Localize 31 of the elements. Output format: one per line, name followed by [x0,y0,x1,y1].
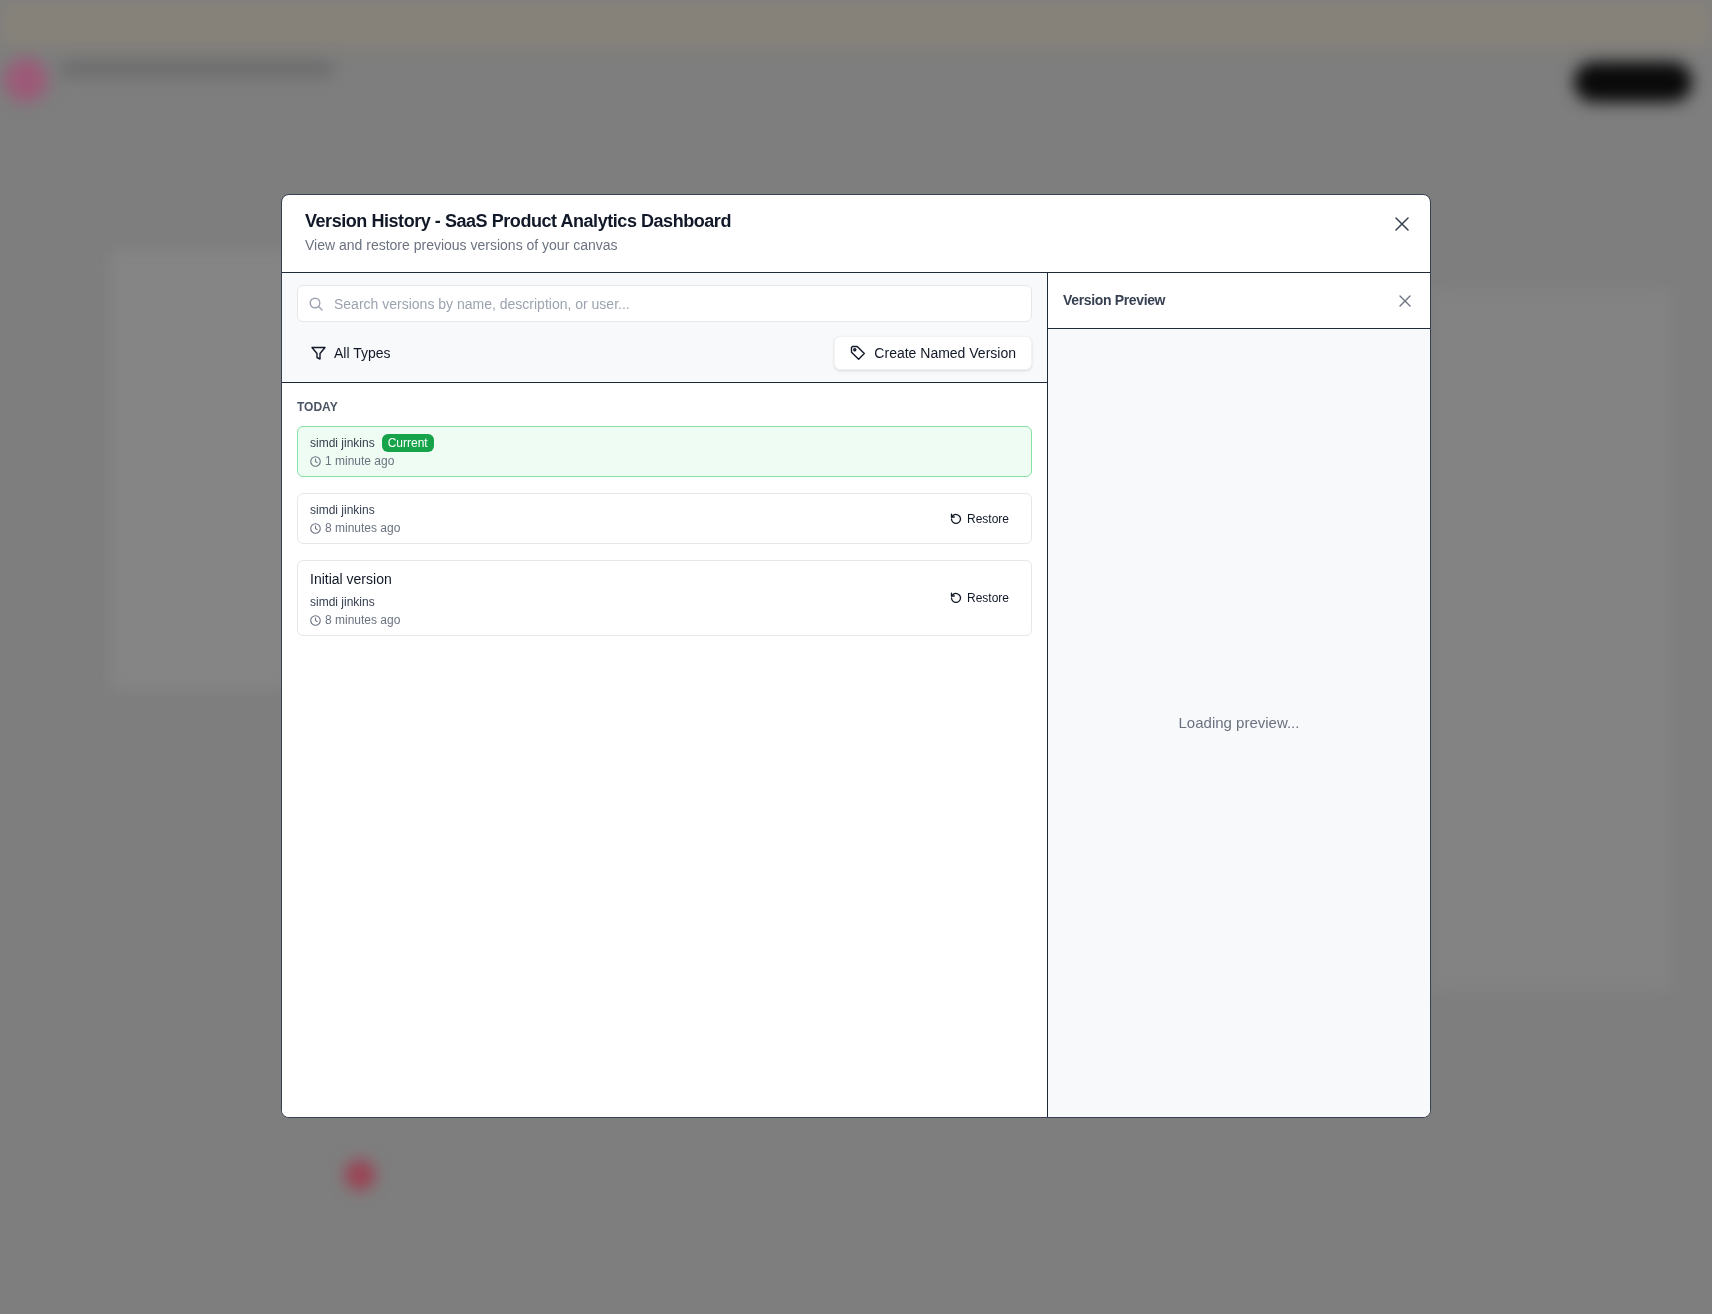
close-icon [1399,294,1411,307]
version-card[interactable]: simdi jinkins Current 1 minute ago [297,426,1032,477]
loading-message: Loading preview... [1178,712,1300,733]
section-heading: TODAY [297,399,339,415]
filter-dropdown[interactable]: All Types [297,336,405,370]
version-card[interactable]: simdi jinkins 8 minutes ago Restore [297,493,1032,544]
tag-icon [850,345,867,361]
restore-icon [949,512,962,525]
preview-title: Version Preview [1063,291,1166,310]
dialog-title: Version History - SaaS Product Analytics Dashboard [305,210,731,233]
search-field[interactable]: Search versions by name, description, or user... [297,285,1032,322]
search-icon [309,297,323,311]
current-badge: Current [381,434,434,452]
clock-icon [310,455,321,467]
timestamp: 8 minutes ago [325,520,401,536]
dialog-subtitle: View and restore previous versions of your canvas [305,236,619,255]
author-name: simdi jinkins [310,435,375,452]
create-named-version-button[interactable]: Create Named Version [834,336,1032,370]
author-name: simdi jinkins [310,502,375,519]
restore-icon [949,592,962,604]
funnel-icon [311,345,326,361]
author-name: simdi jinkins [310,594,375,611]
restore-button[interactable]: Restore [941,585,1017,611]
version-title: Initial version [310,570,393,589]
clock-icon [310,614,321,626]
version-card[interactable]: Initial version simdi jinkins 8 minutes ago Restore [297,560,1032,636]
timestamp: 1 minute ago [325,453,395,469]
restore-button[interactable]: Restore [941,505,1017,532]
close-icon [1395,217,1409,231]
clock-icon [310,522,321,534]
timestamp: 8 minutes ago [325,612,401,628]
